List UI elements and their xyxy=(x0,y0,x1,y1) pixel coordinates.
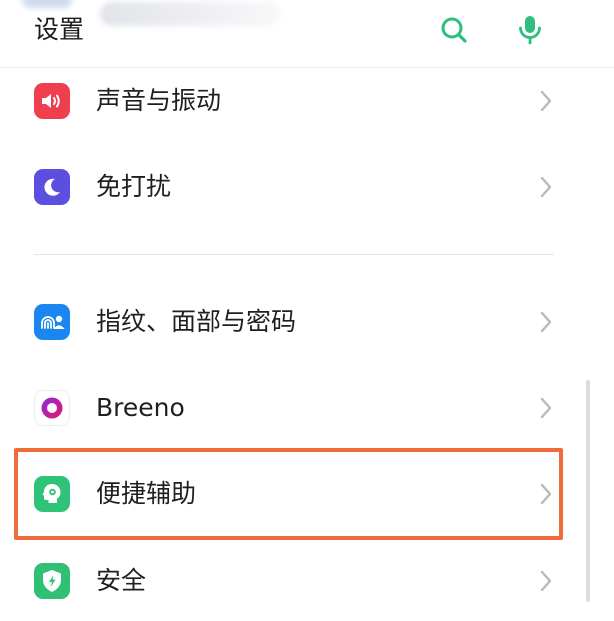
settings-item-label: 声音与振动 xyxy=(96,86,222,115)
settings-item-accessibility[interactable]: 便捷辅助 xyxy=(0,454,594,534)
page-title: 设置 xyxy=(34,15,85,44)
breeno-icon xyxy=(34,390,70,426)
settings-item-label: 免打扰 xyxy=(96,172,172,201)
settings-item-label: 便捷辅助 xyxy=(96,479,197,508)
section-divider xyxy=(34,254,554,255)
chevron-right-icon xyxy=(536,481,556,507)
scrollbar[interactable] xyxy=(586,380,590,602)
fingerprint-face-icon xyxy=(34,304,70,340)
chevron-right-icon xyxy=(536,174,556,200)
settings-item-sound[interactable]: 声音与振动 xyxy=(0,61,594,141)
settings-item-label: 指纹、面部与密码 xyxy=(96,307,297,336)
settings-item-breeno[interactable]: Breeno xyxy=(0,368,594,448)
moon-icon xyxy=(34,169,70,205)
microphone-icon xyxy=(519,16,541,45)
head-assist-icon xyxy=(34,476,70,512)
top-bar: 设置 xyxy=(0,0,614,68)
search-button[interactable] xyxy=(436,12,472,48)
settings-item-label: Breeno xyxy=(96,393,185,422)
voice-search-button[interactable] xyxy=(512,12,548,48)
speaker-icon xyxy=(34,83,70,119)
settings-item-security[interactable]: 安全 xyxy=(0,541,594,621)
settings-item-do-not-disturb[interactable]: 免打扰 xyxy=(0,147,594,227)
chevron-right-icon xyxy=(536,395,556,421)
chevron-right-icon xyxy=(536,568,556,594)
settings-item-biometrics[interactable]: 指纹、面部与密码 xyxy=(0,282,594,362)
blurred-status-area xyxy=(100,2,280,26)
shield-icon xyxy=(34,563,70,599)
chevron-right-icon xyxy=(536,309,556,335)
chevron-right-icon xyxy=(536,88,556,114)
blurred-status-area xyxy=(22,0,72,8)
search-icon xyxy=(441,17,467,43)
settings-item-label: 安全 xyxy=(96,566,147,595)
